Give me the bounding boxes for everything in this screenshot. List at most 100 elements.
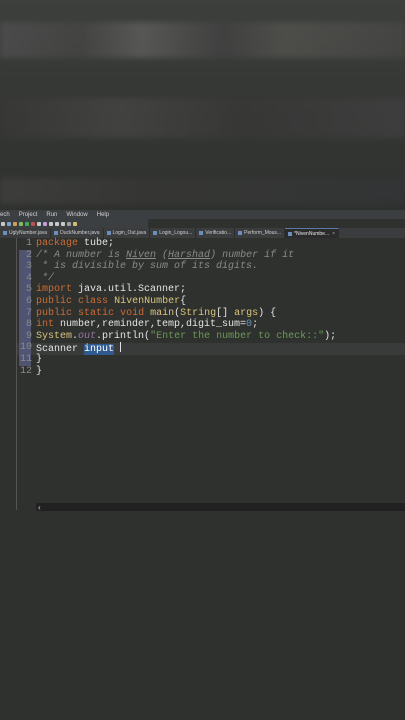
line-number: 4 [25, 272, 32, 284]
code-token: Harshad [168, 249, 211, 261]
code-token: out [78, 330, 97, 342]
code-line[interactable]: int number,reminder,temp,digit_sum=0; [36, 319, 258, 331]
code-editor[interactable] [16, 238, 405, 510]
code-line[interactable]: Scanner input [36, 342, 122, 356]
code-token: ); [324, 330, 337, 342]
menu-item-project[interactable]: Project [19, 212, 38, 218]
selected-token: input [84, 344, 115, 356]
code-token: .println( [96, 330, 151, 342]
save-icon[interactable] [7, 221, 11, 226]
code-line[interactable]: /* A number is Niven (Harshad) number if… [36, 250, 294, 262]
forward-icon[interactable] [55, 221, 59, 226]
code-line[interactable]: import java.util.Scanner; [36, 284, 186, 296]
blurred-band [0, 98, 405, 138]
code-token: [] [216, 307, 235, 319]
line-number: 5 [25, 284, 32, 296]
back-icon[interactable] [49, 221, 53, 226]
tab-6[interactable]: *NivenNumbe... × [285, 228, 340, 238]
line-number: 7 [25, 307, 32, 319]
history-icon[interactable] [61, 221, 65, 226]
code-token: public [36, 307, 73, 319]
code-line[interactable]: System.out.println("Enter the number to … [36, 331, 336, 343]
menu-item-ech[interactable]: ech [0, 212, 10, 218]
text-caret [120, 342, 122, 353]
close-icon[interactable]: × [332, 231, 335, 237]
code-token: Scanner [36, 344, 85, 356]
search-icon[interactable] [37, 221, 41, 226]
code-token: } [36, 365, 43, 377]
code-token: void [120, 307, 145, 319]
code-token: ( [156, 249, 169, 261]
java-file-icon [106, 231, 111, 235]
code-line[interactable]: public class NivenNumber{ [36, 296, 186, 308]
code-line[interactable]: } [36, 354, 42, 366]
line-number-gutter: 1 2 3 4 5 6 7 8 9 10 11 12 [18, 238, 32, 510]
tab-5[interactable]: Perform_Mous... [235, 228, 286, 238]
code-line[interactable]: public static void main(String[] args) { [36, 308, 276, 320]
code-token: main [150, 307, 175, 319]
tab-0[interactable]: UglyNumber.java [0, 228, 52, 238]
code-token: ) number if it [210, 249, 295, 261]
code-token: NivenNumber [114, 296, 181, 307]
java-file-icon [153, 231, 158, 235]
java-file-icon [3, 231, 7, 235]
line-number: 8 [25, 319, 32, 331]
code-token: import [36, 284, 73, 296]
java-file-icon [199, 231, 204, 235]
code-token: String [180, 307, 217, 319]
code-token: package [36, 238, 79, 249]
new-icon[interactable] [1, 221, 5, 226]
horizontal-scrollbar[interactable]: ‹ [36, 503, 405, 512]
tab-4[interactable]: Verificatio... [196, 228, 236, 238]
line-number: 2 [25, 249, 32, 261]
code-token: /* A number is [36, 249, 127, 261]
tab-1[interactable]: DuckNumber.java [51, 228, 104, 238]
tab-label: Perform_Mous... [244, 230, 282, 236]
java-file-icon [288, 231, 293, 236]
folder-icon[interactable] [73, 221, 77, 226]
code-token: static [78, 307, 115, 319]
tab-label: Login_Out.java [112, 230, 147, 236]
line-number: 6 [25, 296, 32, 307]
debug-icon[interactable] [19, 221, 23, 226]
code-line[interactable]: } [36, 366, 42, 378]
code-token: java.util.Scanner; [72, 284, 187, 296]
tab-label: DuckNumber.java [60, 230, 100, 236]
line-number: 12 [19, 365, 32, 377]
menu-item-help[interactable]: Help [97, 212, 109, 218]
code-line[interactable]: * is divisible by sum of its digits. [36, 261, 258, 273]
tab-label: Login_Logou... [159, 230, 193, 236]
code-token: System [36, 330, 73, 342]
code-token: public [36, 296, 73, 307]
code-token: args [234, 307, 259, 319]
editor-tab-bar: UglyNumber.java DuckNumber.java Login_Out.… [0, 228, 405, 238]
java-file-icon [54, 231, 59, 235]
code-token: class [78, 296, 109, 307]
line-number: 10 [19, 342, 32, 354]
code-token: Niven [126, 249, 157, 261]
java-file-icon [238, 231, 243, 235]
code-token: { [180, 296, 187, 307]
code-token: "Enter the number to check::" [150, 330, 325, 342]
nav-icon[interactable] [67, 221, 71, 226]
line-number: 9 [25, 330, 32, 342]
code-line[interactable]: package tube; [36, 238, 114, 250]
code-line[interactable]: */ [36, 273, 54, 285]
line-number: 11 [19, 354, 32, 365]
menu-bar: ech Project Run Window Help [0, 210, 405, 219]
run-icon[interactable] [25, 221, 29, 226]
tab-2[interactable]: Login_Out.java [104, 228, 151, 238]
menu-item-window[interactable]: Window [66, 212, 87, 218]
menu-item-run[interactable]: Run [46, 212, 57, 218]
tab-label: Verificatio... [205, 230, 232, 236]
line-number: 1 [25, 238, 32, 249]
tab-3[interactable]: Login_Logou... [150, 228, 197, 238]
code-token: ) { [258, 307, 277, 319]
blurred-background [0, 0, 405, 210]
code-token: int [36, 319, 55, 331]
build-icon[interactable] [13, 221, 17, 226]
blurred-band [0, 178, 405, 204]
refactor-icon[interactable] [43, 221, 47, 226]
code-token: } [36, 354, 43, 365]
stop-icon[interactable] [31, 221, 35, 226]
